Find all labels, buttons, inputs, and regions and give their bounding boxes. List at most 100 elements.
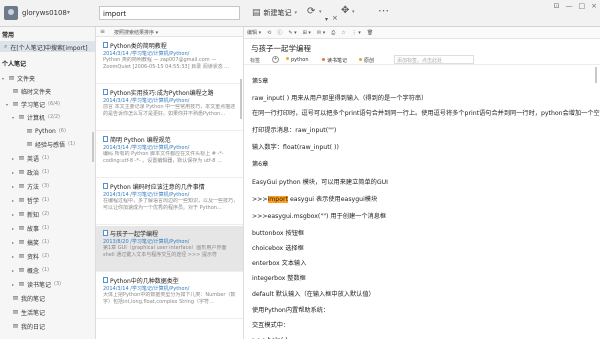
note-list-item[interactable]: Python中的几种数据类型 2014/3/14 /学习笔记/计算机/Python…: [96, 273, 243, 319]
expand-toggle-icon[interactable]: ▸: [12, 212, 16, 217]
sidebar-item[interactable]: ▸ 方法 (3): [12, 181, 49, 191]
expand-toggle-icon[interactable]: ▸: [12, 240, 16, 245]
expand-toggle-icon[interactable]: ▸: [12, 198, 16, 203]
table-icon[interactable]: ⊞ ▾: [300, 30, 314, 36]
more-icon[interactable]: ⋮ ▾: [349, 30, 364, 36]
sidebar-item-count: (3): [54, 281, 62, 287]
sidebar-item[interactable]: ▸ 读书笔记 (3): [12, 279, 61, 289]
note-body-line[interactable]: 第6章: [252, 159, 268, 168]
print-icon[interactable]: ⎙: [328, 30, 338, 36]
note-list-item[interactable]: Python 编码时应该注意的几件事情 2014/3/14 /学习笔记/计算机/P…: [96, 179, 243, 225]
note-list-item[interactable]: 与孩子一起学编程 2013/8/20 /学习笔记/计算机/Python/第1章 G…: [96, 226, 243, 272]
sync-icon[interactable]: ⟳: [307, 6, 315, 17]
sidebar-item[interactable]: ▸ 新知 (2): [12, 209, 49, 219]
sidebar-item[interactable]: ▸ 英语 (1): [12, 153, 49, 163]
maximize-icon[interactable]: □: [579, 2, 586, 10]
note-body-line[interactable]: default 默认输入（在输入框中放入默认值）: [252, 289, 375, 298]
sidebar-item[interactable]: ▾ 学习笔记 (6/4): [6, 99, 60, 109]
search-input[interactable]: [103, 9, 221, 18]
close-icon[interactable]: ×: [591, 2, 597, 10]
tag-reading-notes[interactable]: 读书笔记: [322, 57, 347, 64]
new-note-button[interactable]: ▤ 新建笔记 ▾: [252, 6, 297, 20]
expand-toggle-icon[interactable]: ▸: [12, 156, 16, 161]
list-scrollbar[interactable]: [240, 79, 242, 119]
username[interactable]: gloryws0108: [22, 9, 67, 17]
history-icon[interactable]: ⟲: [264, 30, 274, 36]
search-clear-icon[interactable]: ×: [332, 14, 338, 22]
sidebar-item[interactable]: 生活笔记: [6, 307, 48, 317]
editor-scrollbar[interactable]: [595, 67, 597, 83]
sidebar-item[interactable]: Python (6): [20, 126, 66, 136]
expand-toggle-icon[interactable]: ▸: [12, 226, 16, 231]
note-body-line[interactable]: 打印提示消息：raw_input(""): [252, 125, 336, 134]
pen-icon[interactable]: ✎ ▾: [285, 30, 299, 36]
sync-caret-icon[interactable]: ▾: [319, 9, 322, 15]
sidebar-item[interactable]: 我的日记: [6, 321, 48, 331]
note-list-item[interactable]: Python类的简明教程 2014/3/14 /学习笔记/计算机/Python/P…: [96, 38, 243, 84]
note-doc-icon: [103, 136, 108, 142]
expand-toggle-icon[interactable]: ▸: [12, 170, 16, 175]
share-icon[interactable]: ✉ ▾: [314, 30, 328, 36]
sidebar-scrollbar[interactable]: [92, 132, 94, 162]
tag-input[interactable]: 添加标签，点击此处: [394, 55, 474, 64]
star-icon[interactable]: ☆: [338, 30, 348, 36]
note-item-title: Python中的几种数据类型: [110, 278, 179, 285]
sidebar-item[interactable]: ▸ 搞笑 (1): [12, 237, 49, 247]
expand-toggle-icon[interactable]: ▾: [6, 102, 10, 107]
note-body-line[interactable]: 使用Python内置帮助系统：: [252, 305, 329, 314]
sidebar-item[interactable]: ▸ 政治 (1): [12, 167, 49, 177]
move-icon[interactable]: ✥: [341, 5, 349, 16]
sidebar-item[interactable]: ▸ 哲学 (1): [12, 195, 49, 205]
sidebar-item[interactable]: 我的笔记: [6, 293, 48, 303]
expand-toggle-icon[interactable]: ▸: [12, 282, 16, 287]
tag-original[interactable]: 原创: [359, 57, 374, 64]
sidebar-item[interactable]: 临时文件夹: [6, 86, 54, 96]
note-body-line[interactable]: 输入数字：float(raw_input( )): [252, 142, 339, 151]
sidebar-item[interactable]: ▸ 资料 (2): [12, 251, 49, 261]
sidebar-item[interactable]: ▸ 概念 (1): [12, 265, 49, 275]
note-list-item[interactable]: 简明 Python 编程规范 2014/3/14 /学习笔记/计算机/Python…: [96, 132, 243, 178]
tag-python[interactable]: python: [286, 57, 309, 63]
sidebar-search-result[interactable]: ⌕ 在[个人笔记]中搜索[import]: [4, 42, 88, 52]
user-avatar[interactable]: [4, 6, 18, 20]
add-tag-icon[interactable]: +: [272, 56, 279, 63]
sidebar-item-count: (6): [58, 128, 66, 134]
note-title[interactable]: 与孩子一起学编程: [251, 43, 311, 54]
sidebar-item[interactable]: ▸ 故事 (1): [12, 223, 49, 233]
minimize-icon[interactable]: —: [566, 2, 573, 10]
expand-toggle-icon[interactable]: ▸: [12, 254, 16, 259]
move-caret-icon[interactable]: ▾: [352, 9, 355, 15]
expand-toggle-icon[interactable]: ▾: [2, 76, 6, 81]
info-icon[interactable]: ⓘ: [274, 29, 285, 36]
delete-icon[interactable]: 🗑: [364, 30, 376, 36]
skin-icon[interactable]: ⊡: [554, 2, 560, 10]
folder-icon: [13, 296, 18, 300]
note-body-line[interactable]: enterbox 文本输入: [252, 258, 306, 267]
sidebar-item-count: (1): [42, 267, 50, 273]
note-body-line[interactable]: 在同一行打印时，逗号可以把多个print语句合并到同一行上。使用逗号将多个pri…: [252, 108, 600, 117]
edit-mode-button[interactable]: 编辑 ▾: [244, 29, 264, 36]
expand-toggle-icon[interactable]: ▾: [12, 115, 16, 120]
note-body-line[interactable]: choicebox 选择框: [252, 243, 304, 252]
note-body-line[interactable]: buttonbox 按钮框: [252, 228, 304, 237]
note-body-line[interactable]: >>>import easygui 表示使用easygui模块: [252, 194, 377, 203]
sidebar-item[interactable]: ▾ 文件夹: [2, 73, 38, 83]
user-menu-caret-icon[interactable]: ▾: [67, 9, 70, 16]
sort-label[interactable]: 按照搜索结果排序 ▾: [114, 29, 158, 36]
search-box[interactable]: ▾ ×: [99, 6, 338, 23]
new-note-caret-icon[interactable]: ▾: [295, 10, 298, 16]
sort-icon[interactable]: ≡: [100, 28, 105, 35]
note-body-line[interactable]: 第5章: [252, 76, 268, 85]
more-icon[interactable]: ⋯: [378, 4, 389, 17]
note-body-line[interactable]: integerbox 整数框: [252, 273, 306, 282]
expand-toggle-icon[interactable]: ▸: [12, 268, 16, 273]
sidebar-item[interactable]: ▾ 计算机 (2/2): [12, 112, 60, 122]
note-list-item[interactable]: Python实用技巧:成为Python编程之路 2014/3/14 /学习笔记/计…: [96, 85, 243, 131]
search-dropdown-icon[interactable]: ▾: [325, 16, 328, 23]
sidebar-item[interactable]: 经验与感悟 (1): [20, 139, 75, 149]
expand-toggle-icon[interactable]: ▸: [12, 184, 16, 189]
note-body-line[interactable]: raw_input( ) 用来从用户那里得到输入（得到的是一个字符串）: [252, 93, 427, 102]
note-body-line[interactable]: >>>easygui.msgbox("") 用于创建一个消息框: [252, 211, 386, 220]
note-body-line[interactable]: 交互模式中：: [252, 320, 289, 329]
note-body-line[interactable]: EasyGui python 模块，可以用来建立简单的GUI: [252, 177, 388, 186]
